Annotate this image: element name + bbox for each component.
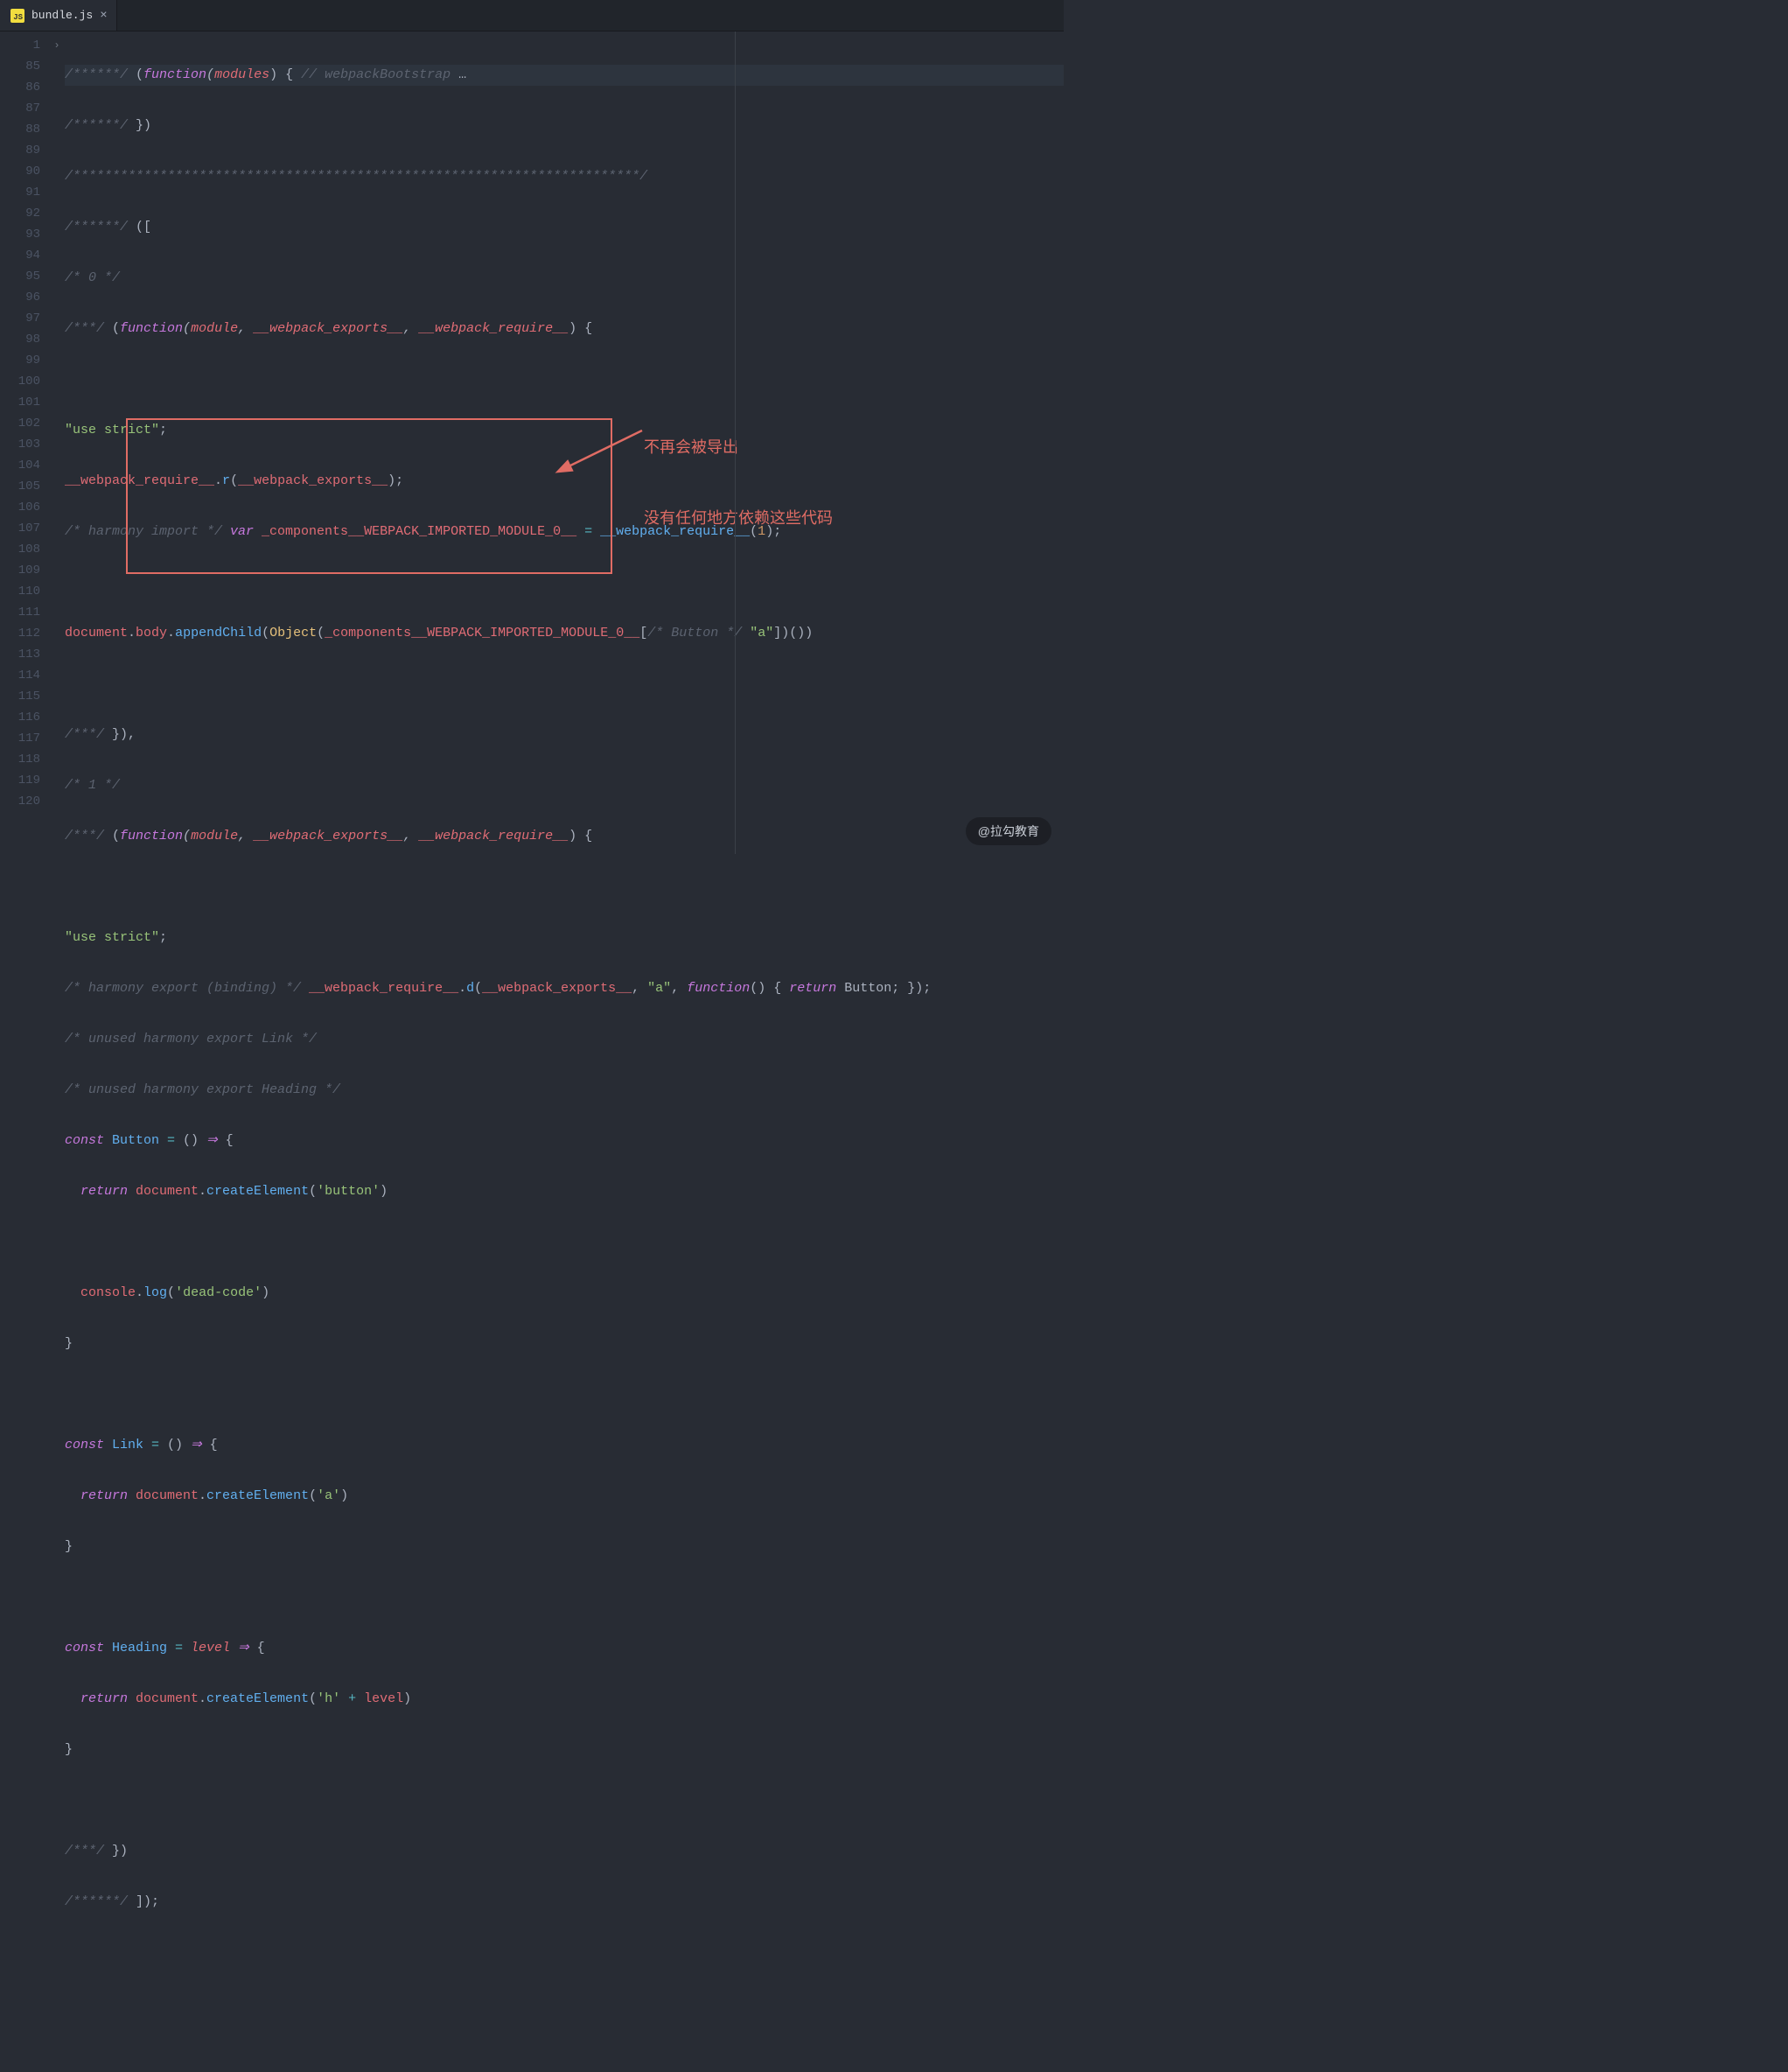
line-number: 119 <box>0 770 49 791</box>
code-line: /* 1 */ <box>65 775 1064 796</box>
line-number: 118 <box>0 749 49 770</box>
code-line <box>65 572 1064 593</box>
code-line: /* harmony export (binding) */ __webpack… <box>65 978 1064 999</box>
tab-filename: bundle.js <box>31 9 93 22</box>
line-number: 116 <box>0 707 49 728</box>
line-number-gutter: 1 85 86 87 88 89 90 91 92 93 94 95 96 97… <box>0 32 49 854</box>
line-number: 87 <box>0 98 49 119</box>
code-line <box>65 1232 1064 1253</box>
annotation-box <box>126 418 612 574</box>
line-number: 98 <box>0 329 49 350</box>
code-line: /******/ }) <box>65 116 1064 136</box>
line-number: 108 <box>0 539 49 560</box>
code-line: /******/ ]); <box>65 1892 1064 1913</box>
line-number: 120 <box>0 791 49 812</box>
code-line <box>65 369 1064 390</box>
line-number: 117 <box>0 728 49 749</box>
code-line: "use strict"; <box>65 420 1064 441</box>
line-number: 99 <box>0 350 49 371</box>
code-line: console.log('dead-code') <box>65 1283 1064 1304</box>
code-line: /***************************************… <box>65 166 1064 187</box>
code-line <box>65 1587 1064 1608</box>
tab-bundle-js[interactable]: JS bundle.js × <box>0 0 117 31</box>
line-number: 115 <box>0 686 49 707</box>
line-number: 86 <box>0 77 49 98</box>
fold-gutter: › <box>49 32 65 854</box>
tab-bar: JS bundle.js × <box>0 0 1064 32</box>
line-number: 90 <box>0 161 49 182</box>
code-line: return document.createElement('button') <box>65 1181 1064 1202</box>
js-file-icon: JS <box>10 9 24 23</box>
line-number: 100 <box>0 371 49 392</box>
code-line: } <box>65 1536 1064 1558</box>
code-line: } <box>65 1334 1064 1354</box>
code-line: /* unused harmony export Link */ <box>65 1029 1064 1050</box>
line-number: 97 <box>0 308 49 329</box>
code-editor[interactable]: 1 85 86 87 88 89 90 91 92 93 94 95 96 97… <box>0 32 1064 854</box>
line-number: 89 <box>0 140 49 161</box>
code-line <box>65 1790 1064 1811</box>
line-number: 104 <box>0 455 49 476</box>
code-line: const Button = () ⇒ { <box>65 1130 1064 1152</box>
close-icon[interactable]: × <box>100 9 107 23</box>
code-line <box>65 674 1064 695</box>
code-line: return document.createElement('h' + leve… <box>65 1689 1064 1710</box>
line-number: 96 <box>0 287 49 308</box>
code-line: /* harmony import */ var _components__WE… <box>65 522 1064 542</box>
line-number: 103 <box>0 434 49 455</box>
line-number: 1 <box>0 35 49 56</box>
code-line <box>65 877 1064 898</box>
line-number: 85 <box>0 56 49 77</box>
code-line: /***/ }), <box>65 724 1064 746</box>
line-number: 109 <box>0 560 49 581</box>
line-number: 95 <box>0 266 49 287</box>
line-number: 113 <box>0 644 49 665</box>
code-line: document.body.appendChild(Object(_compon… <box>65 623 1064 644</box>
line-number: 102 <box>0 413 49 434</box>
code-line: return document.createElement('a') <box>65 1486 1064 1507</box>
code-line: /***/ }) <box>65 1841 1064 1862</box>
code-line: const Link = () ⇒ { <box>65 1435 1064 1456</box>
line-number: 111 <box>0 602 49 623</box>
code-area[interactable]: /******/ (function(modules) { // webpack… <box>65 32 1064 854</box>
line-number: 92 <box>0 203 49 224</box>
line-number: 88 <box>0 119 49 140</box>
code-line: /* 0 */ <box>65 268 1064 289</box>
line-number: 91 <box>0 182 49 203</box>
line-number: 114 <box>0 665 49 686</box>
line-number: 93 <box>0 224 49 245</box>
line-number: 106 <box>0 497 49 518</box>
code-line: /******/ ([ <box>65 217 1064 238</box>
code-line: } <box>65 1740 1064 1760</box>
code-line: /***/ (function(module, __webpack_export… <box>65 826 1064 847</box>
line-number: 105 <box>0 476 49 497</box>
code-line: __webpack_require__.r(__webpack_exports_… <box>65 471 1064 492</box>
code-line: /***/ (function(module, __webpack_export… <box>65 318 1064 340</box>
code-line: /* unused harmony export Heading */ <box>65 1080 1064 1101</box>
line-number: 94 <box>0 245 49 266</box>
line-number: 101 <box>0 392 49 413</box>
code-line: /******/ (function(modules) { // webpack… <box>65 65 1064 86</box>
code-line: const Heading = level ⇒ { <box>65 1638 1064 1659</box>
line-number: 112 <box>0 623 49 644</box>
line-number: 110 <box>0 581 49 602</box>
fold-indicator-icon[interactable]: › <box>49 35 65 56</box>
line-number: 107 <box>0 518 49 539</box>
code-line: "use strict"; <box>65 928 1064 948</box>
code-line <box>65 1384 1064 1405</box>
watermark-badge: @拉勾教育 <box>966 817 1051 845</box>
